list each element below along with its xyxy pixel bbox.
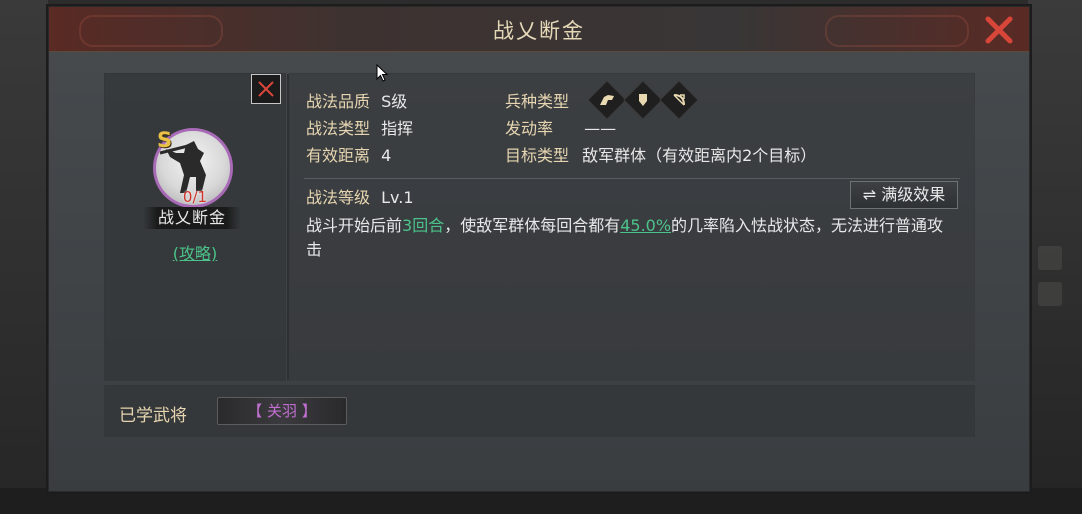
- desc-percent: 45.0%: [620, 216, 672, 235]
- mouse-cursor-icon: [376, 64, 388, 82]
- target-label: 目标类型: [505, 146, 570, 165]
- learned-generals-bar: 已学武将 【 关羽 】: [104, 385, 975, 437]
- desc-text: ，使敌军群体每回合都有: [444, 216, 621, 235]
- troop-icon-cavalry[interactable]: [588, 81, 626, 119]
- type-row: 战法类型 指挥: [306, 115, 413, 139]
- target-value: 敌军群体（有效距离内2个目标）: [582, 146, 817, 165]
- bow-icon: [673, 94, 685, 106]
- dialog-title: 战乂断金: [493, 19, 585, 43]
- background-right: [1028, 0, 1082, 514]
- tactic-name-plate: 战乂断金: [143, 207, 241, 229]
- cross-icon: [258, 81, 274, 97]
- desc-rounds: 3回合: [402, 216, 445, 235]
- type-value: 指挥: [381, 119, 414, 138]
- target-row: 目标类型 敌军群体（有效距离内2个目标）: [505, 142, 816, 166]
- usage-count: 0/1: [182, 188, 208, 206]
- level-label: 战法等级: [306, 188, 371, 207]
- troop-icon-bow[interactable]: [660, 81, 698, 119]
- rate-label: 发动率: [505, 119, 554, 138]
- level-row: 战法等级 Lv.1: [306, 184, 414, 208]
- close-button[interactable]: [982, 15, 1016, 45]
- swap-icon: ⇌: [862, 185, 877, 204]
- learned-label: 已学武将: [119, 406, 187, 426]
- title-bar: 战乂断金: [49, 7, 1029, 52]
- general-tag[interactable]: 【 关羽 】: [217, 397, 347, 425]
- grade-badge: S: [157, 128, 173, 152]
- distance-label: 有效距离: [306, 146, 371, 165]
- troop-row: 兵种类型: [505, 88, 569, 112]
- cavalry-icon: [600, 95, 614, 105]
- troop-icon-shield[interactable]: [624, 81, 662, 119]
- section-divider: [304, 178, 960, 179]
- background-left: [0, 0, 48, 514]
- rate-row: 发动率 ——: [505, 115, 616, 139]
- desc-text: 战斗开始后前: [306, 216, 403, 235]
- distance-value: 4: [381, 146, 392, 165]
- quality-row: 战法品质 S级: [306, 88, 407, 112]
- background-decoration: [1038, 282, 1062, 306]
- tactic-card-panel: S 0/1 战乂断金 (攻略): [104, 73, 286, 381]
- type-label: 战法类型: [306, 119, 371, 138]
- rate-value: ——: [584, 119, 617, 138]
- tactic-info-panel: 战法品质 S级 战法类型 指挥 有效距离 4 兵种类型 发动率 —— 目标类型 …: [287, 73, 975, 381]
- remove-tactic-button[interactable]: [251, 74, 281, 104]
- max-level-label: 满级效果: [881, 185, 946, 204]
- tactic-detail-dialog: 战乂断金 S 0/1 战乂断金 (攻略) 战法品质 S级 战法类型 指挥 有效距…: [48, 6, 1030, 492]
- quality-label: 战法品质: [306, 92, 371, 111]
- shield-icon: [639, 94, 647, 106]
- tactic-description: 战斗开始后前3回合，使敌军群体每回合都有45.0%的几率陷入怯战状态，无法进行普…: [306, 214, 956, 262]
- background-decoration: [1038, 246, 1062, 270]
- troop-label: 兵种类型: [505, 92, 570, 111]
- panel-divider: [287, 74, 289, 380]
- max-level-effect-button[interactable]: ⇌ 满级效果: [850, 181, 958, 209]
- quality-value: S级: [381, 92, 408, 111]
- guide-link[interactable]: (攻略): [105, 240, 285, 264]
- distance-row: 有效距离 4: [306, 142, 391, 166]
- level-value: Lv.1: [381, 188, 414, 207]
- close-icon: [985, 16, 1013, 44]
